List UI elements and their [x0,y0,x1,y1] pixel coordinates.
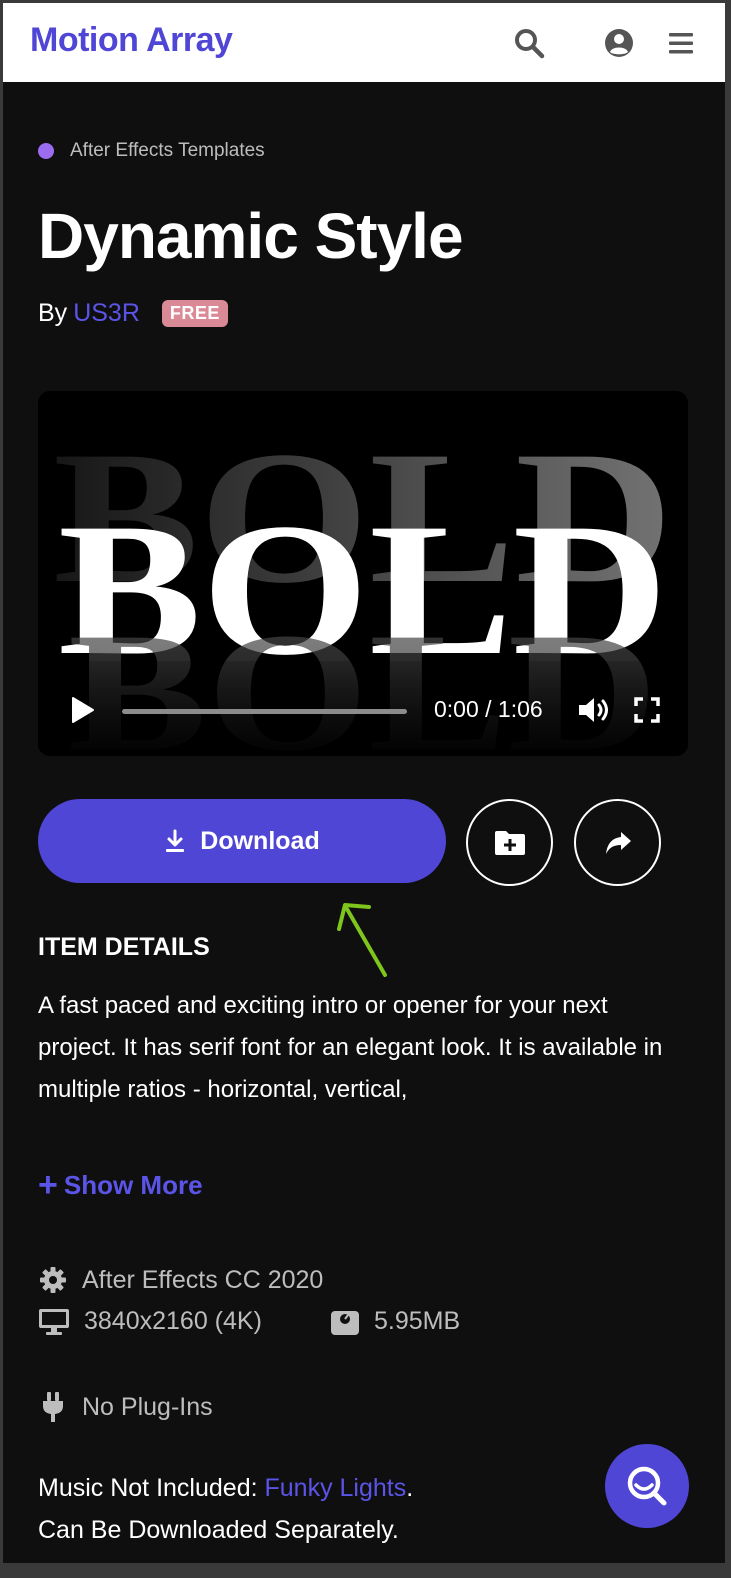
search-fab-icon [627,1466,667,1506]
search-icon[interactable] [511,25,547,61]
free-badge: FREE [161,300,228,327]
music-label: Music Not Included: [38,1474,258,1502]
music-link[interactable]: Funky Lights [265,1474,407,1502]
download-button[interactable]: Download [38,799,446,883]
video-player[interactable]: BOLD BOLD BOLD 0:00 / 1:06 [38,391,688,756]
author-link[interactable]: US3R [73,299,140,328]
spec-plugins-text: No Plug-Ins [82,1392,213,1421]
music-line-1: Music Not Included: Funky Lights. [38,1467,413,1509]
video-progress-bar[interactable] [122,709,407,714]
gear-icon [40,1267,66,1293]
share-icon [605,831,631,854]
video-time: 0:00 / 1:06 [434,696,543,722]
user-icon[interactable] [601,25,637,61]
play-icon[interactable] [68,695,96,725]
share-button[interactable] [574,799,661,886]
volume-icon[interactable] [576,695,616,725]
add-folder-icon [494,830,525,855]
category-label: After Effects Templates [70,140,265,161]
spec-version-text: After Effects CC 2020 [82,1265,324,1294]
spec-filesize-text: 5.95MB [374,1307,461,1335]
weight-icon [331,1310,359,1335]
show-more-button[interactable]: + Show More [38,1168,203,1202]
plug-icon [43,1392,63,1422]
item-description: A fast paced and exciting intro or opene… [38,992,663,1103]
item-details-heading: ITEM DETAILS [38,933,210,961]
spec-filesize: 5.95MB [330,1307,460,1336]
video-controls: 0:00 / 1:06 [38,661,688,756]
search-fab[interactable] [605,1444,689,1528]
download-icon [166,829,185,852]
spec-resolution: 3840x2160 (4K) [38,1307,262,1336]
fullscreen-icon[interactable] [632,695,662,725]
category-dot [38,143,54,159]
category-breadcrumb[interactable]: After Effects Templates [38,139,265,163]
spec-resolution-text: 3840x2160 (4K) [84,1307,262,1335]
logo[interactable]: Motion Array [30,21,233,60]
show-more-label: Show More [63,1169,203,1200]
site-header: Motion Array [3,3,725,82]
page-frame: Motion Array After Effects Templates Dyn… [3,3,725,1563]
by-label: By [38,299,68,327]
page-title: Dynamic Style [38,200,464,272]
download-label: Download [200,826,320,855]
plus-icon: + [38,1166,58,1204]
music-period: . [406,1474,414,1502]
monitor-icon [39,1308,69,1335]
annotation-arrow [337,903,387,977]
music-line-2: Can Be Downloaded Separately. [38,1516,399,1544]
music-note: Music Not Included: Funky Lights. Can Be… [38,1467,413,1551]
add-to-folder-button[interactable] [466,799,553,886]
byline: By US3R FREE [38,299,228,328]
menu-icon[interactable] [663,25,699,61]
spec-version: After Effects CC 2020 [38,1265,323,1295]
spec-plugins: No Plug-Ins [38,1391,213,1423]
